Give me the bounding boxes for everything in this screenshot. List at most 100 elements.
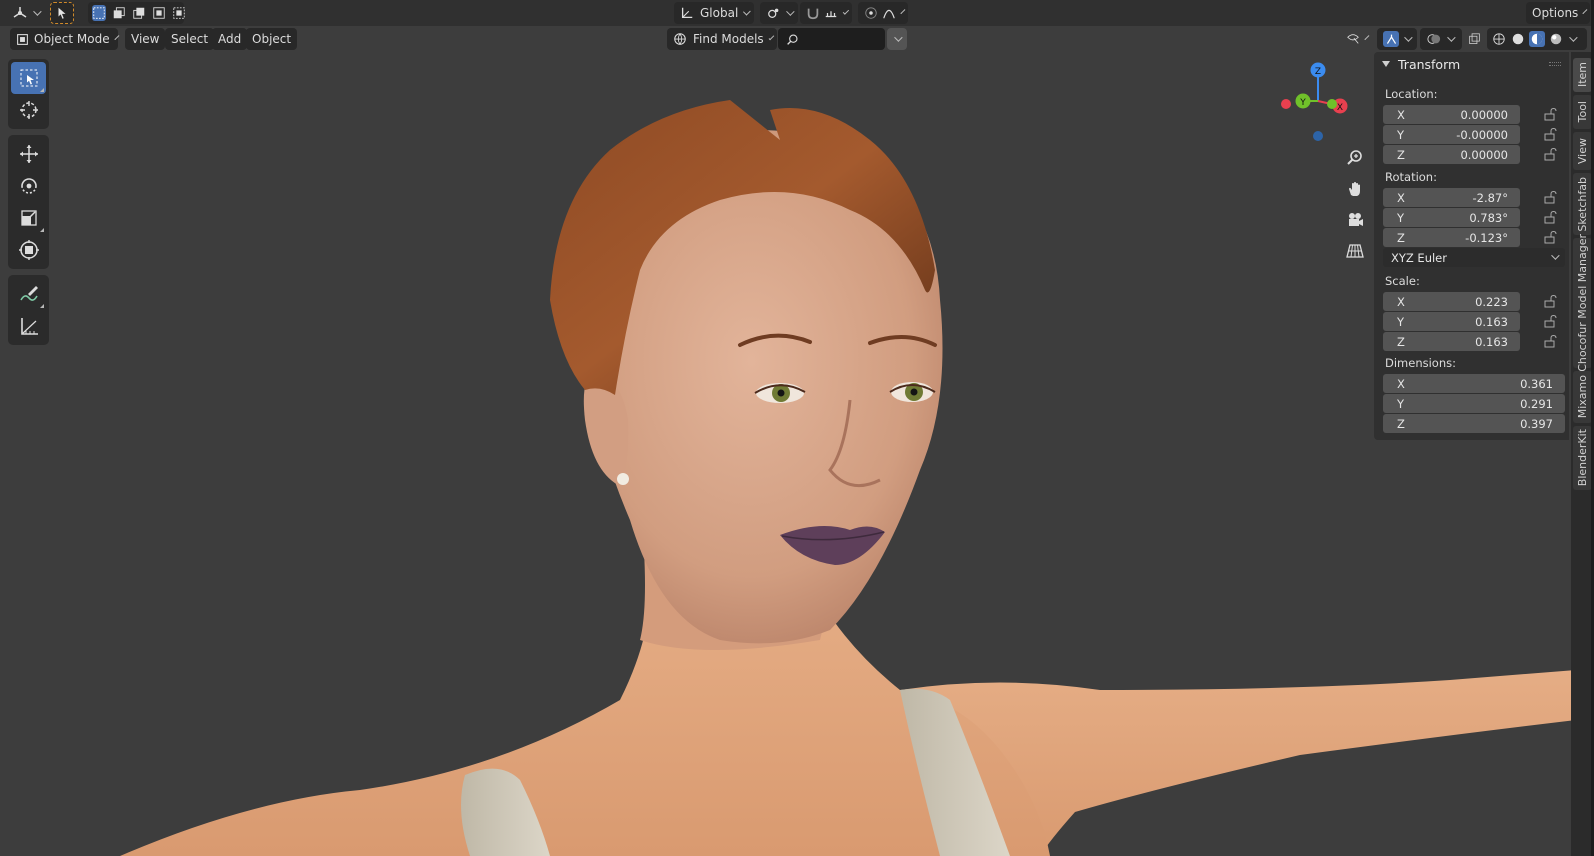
rotation-z-field[interactable]: Z -0.123°: [1383, 228, 1520, 247]
select-tool-button[interactable]: [50, 2, 74, 24]
select-extend-icon[interactable]: [112, 5, 126, 21]
overlays-icon[interactable]: [1426, 31, 1442, 47]
field-value: -0.00000: [1456, 127, 1508, 142]
rotation-x-field[interactable]: X -2.87°: [1383, 188, 1520, 207]
unlock-icon[interactable]: [1543, 190, 1557, 204]
chevron-down-icon: [1364, 35, 1370, 41]
axis-label: Y: [1397, 127, 1405, 142]
zoom-magnifier-icon: [1347, 150, 1362, 165]
perspective-toggle-button[interactable]: [1342, 238, 1368, 264]
tab-blenderkit[interactable]: BlenderKit: [1573, 426, 1592, 490]
snap-magnet-icon[interactable]: [806, 5, 820, 21]
solid-shading-icon[interactable]: [1510, 31, 1526, 47]
tool-variants-indicator: [40, 228, 44, 232]
scale-z-field[interactable]: Z 0.163: [1383, 332, 1520, 351]
pan-button[interactable]: [1342, 176, 1368, 202]
transform-panel-header[interactable]: Transform: [1374, 52, 1569, 76]
axis-label: Z: [1397, 416, 1405, 431]
tab-mixamo[interactable]: Mixamo: [1573, 371, 1592, 423]
select-box-tool[interactable]: [11, 62, 46, 94]
gizmo-neg-y-axis[interactable]: [1327, 99, 1337, 109]
measure-ruler-icon: [20, 318, 38, 335]
3d-viewport[interactable]: Global Options Object Mode View Select A…: [0, 0, 1594, 856]
scale-tool[interactable]: [11, 202, 46, 234]
material-preview-shading-icon[interactable]: [1529, 31, 1545, 47]
location-z-field[interactable]: Z 0.00000: [1383, 145, 1520, 164]
field-value: 0.783°: [1469, 210, 1508, 225]
editor-type-button[interactable]: [6, 2, 45, 24]
axis-label: Z: [1397, 230, 1405, 245]
scale-x-field[interactable]: X 0.223: [1383, 292, 1520, 311]
tab-sketchfab[interactable]: Sketchfab: [1573, 173, 1592, 235]
location-x-field[interactable]: X 0.00000: [1383, 105, 1520, 124]
scale-y-field[interactable]: Y 0.163: [1383, 312, 1520, 331]
dimensions-x-field[interactable]: X 0.361: [1383, 374, 1565, 393]
unlock-icon[interactable]: [1543, 294, 1557, 308]
xray-toggle[interactable]: [1463, 28, 1485, 50]
unlock-icon[interactable]: [1543, 210, 1557, 224]
unlock-icon[interactable]: [1543, 314, 1557, 328]
dimensions-y-field[interactable]: Y 0.291: [1383, 394, 1565, 413]
transform-orientation-dropdown[interactable]: Global: [674, 2, 754, 24]
location-y-field[interactable]: Y -0.00000: [1383, 125, 1520, 144]
unlock-icon[interactable]: [1543, 334, 1557, 348]
gizmo-neg-x-axis[interactable]: [1281, 99, 1291, 109]
chevron-down-icon: [900, 9, 906, 15]
search-options-button[interactable]: [887, 28, 907, 50]
model-search-input[interactable]: [778, 28, 885, 50]
unlock-icon[interactable]: [1543, 107, 1557, 121]
object-mode-dropdown[interactable]: Object Mode: [10, 28, 119, 50]
tab-chocofur-model-manager[interactable]: Chocofur Model Manager: [1573, 234, 1592, 372]
wireframe-shading-icon[interactable]: [1491, 31, 1507, 47]
gizmo-toggle-group: [1377, 28, 1417, 50]
chevron-down-icon: [1569, 33, 1578, 42]
rotation-y-field[interactable]: Y 0.783°: [1383, 208, 1520, 227]
proportional-edit-icon[interactable]: [864, 5, 878, 21]
field-value: 0.163: [1475, 334, 1508, 349]
menu-object[interactable]: Object: [246, 28, 298, 50]
field-value: 0.397: [1520, 416, 1553, 431]
cursor-tool[interactable]: [11, 94, 46, 126]
transform-tool[interactable]: [11, 234, 46, 266]
navigation-gizmo[interactable]: Z X Y: [1278, 58, 1358, 148]
select-intersect-icon[interactable]: [172, 5, 186, 21]
find-models-dropdown[interactable]: Find Models: [667, 28, 777, 50]
menu-add[interactable]: Add: [212, 28, 248, 50]
axis-label: Y: [1397, 210, 1405, 225]
unlock-icon[interactable]: [1543, 147, 1557, 161]
menu-view[interactable]: View: [125, 28, 166, 50]
select-mode-group: [88, 2, 186, 24]
dimensions-z-field[interactable]: Z 0.397: [1383, 414, 1565, 433]
pivot-point-dropdown[interactable]: [760, 2, 798, 24]
rotation-mode-dropdown[interactable]: XYZ Euler: [1383, 248, 1565, 267]
orientation-label: Global: [700, 6, 739, 20]
tab-label: BlenderKit: [1576, 429, 1589, 487]
annotate-tool[interactable]: [11, 278, 46, 310]
rotate-tool[interactable]: [11, 170, 46, 202]
select-subtract-icon[interactable]: [132, 5, 146, 21]
select-invert-icon[interactable]: [152, 5, 166, 21]
gizmo-neg-z-axis[interactable]: [1313, 131, 1323, 141]
snap-increment-icon[interactable]: [824, 5, 838, 21]
drag-grip-icon[interactable]: [1549, 62, 1561, 66]
visibility-dropdown[interactable]: [1340, 28, 1372, 50]
falloff-curve-icon[interactable]: [882, 5, 896, 21]
field-value: 0.00000: [1460, 147, 1508, 162]
field-value: 0.361: [1520, 376, 1553, 391]
options-dropdown[interactable]: Options: [1526, 2, 1590, 24]
select-set-icon[interactable]: [92, 5, 106, 21]
measure-tool[interactable]: [11, 310, 46, 342]
zoom-button[interactable]: [1342, 145, 1368, 171]
tab-item[interactable]: Item: [1573, 58, 1592, 92]
gizmo-toggle-icon[interactable]: [1383, 31, 1399, 47]
xray-icon: [1466, 31, 1482, 47]
unlock-icon[interactable]: [1543, 230, 1557, 244]
tab-tool[interactable]: Tool: [1573, 95, 1592, 129]
menu-select[interactable]: Select: [165, 28, 215, 50]
move-tool[interactable]: [11, 138, 46, 170]
unlock-icon[interactable]: [1543, 127, 1557, 141]
viewport-header: Global Options: [0, 0, 1594, 26]
rendered-shading-icon[interactable]: [1548, 31, 1564, 47]
tab-view[interactable]: View: [1573, 132, 1592, 170]
camera-view-button[interactable]: [1342, 207, 1368, 233]
